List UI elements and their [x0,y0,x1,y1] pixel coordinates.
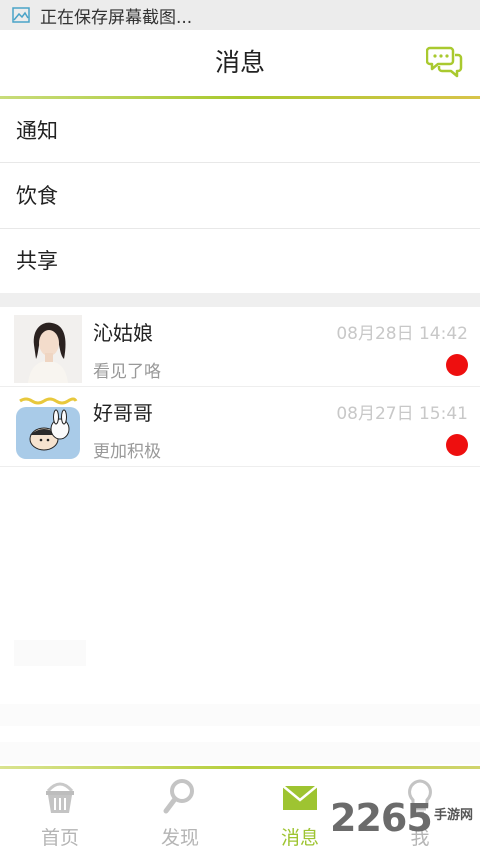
avatar [14,395,82,463]
status-bar: 正在保存屏幕截图... [0,0,480,30]
unread-dot [446,434,468,456]
image-icon [12,7,30,23]
message-category-menu: 通知 饮食 共享 [0,99,480,294]
magnifier-icon [163,779,194,814]
faded-placeholder [14,640,86,666]
conversation-list: 沁姑娘 08月28日 14:42 看见了咯 好哥哥 08月27日 15:41 更… [0,307,480,467]
tab-discover[interactable]: 发现 [120,769,240,853]
message-preview: 更加积极 [93,442,161,462]
section-divider [0,293,480,307]
status-text: 正在保存屏幕截图... [40,7,193,28]
contact-name: 好哥哥 [93,401,153,425]
message-time: 08月27日 15:41 [336,404,468,424]
menu-item-diet[interactable]: 饮食 [0,163,480,229]
menu-item-notifications[interactable]: 通知 [0,99,480,163]
watermark-number: 2265 [330,796,433,840]
unread-dot [446,354,468,376]
header: 消息 [0,30,480,96]
page-title: 消息 [214,48,265,77]
tab-label: 首页 [40,827,79,849]
avatar [14,315,82,383]
tab-home[interactable]: 首页 [0,769,120,853]
site-watermark: 2265 手游网 [330,796,480,846]
message-time: 08月28日 14:42 [336,324,468,344]
contact-name: 沁姑娘 [93,321,153,345]
faded-placeholder [0,704,480,726]
tab-label: 发现 [160,827,199,849]
faded-placeholder [0,742,480,764]
conversation-item[interactable]: 好哥哥 08月27日 15:41 更加积极 [0,387,480,467]
chat-bubbles-icon[interactable] [426,42,464,80]
menu-item-share[interactable]: 共享 [0,229,480,294]
watermark-site: 手游网 [434,808,474,823]
envelope-icon [282,785,318,810]
basket-icon [46,782,74,813]
conversation-item[interactable]: 沁姑娘 08月28日 14:42 看见了咯 [0,307,480,387]
message-preview: 看见了咯 [93,362,161,382]
